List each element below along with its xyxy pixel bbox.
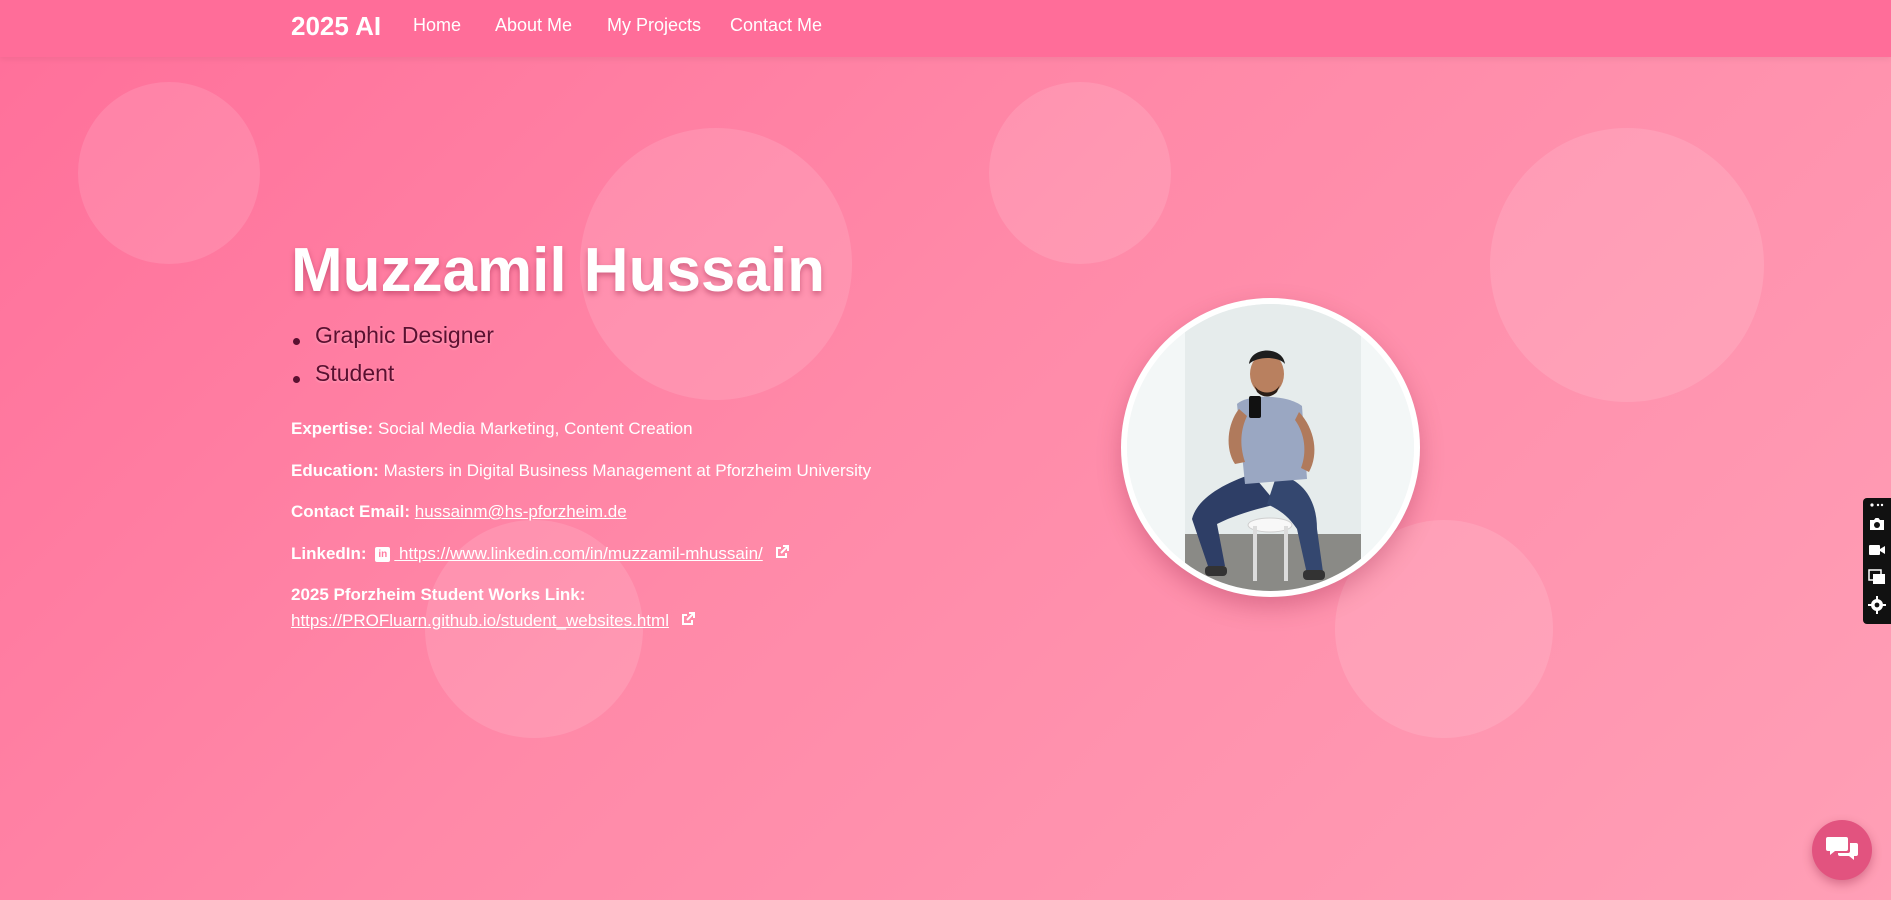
works-label-line: 2025 Pforzheim Student Works Link: bbox=[291, 585, 585, 605]
education-value: Masters in Digital Business Management a… bbox=[383, 461, 872, 480]
floating-toolbar bbox=[1863, 498, 1891, 624]
bullet-icon bbox=[293, 376, 300, 383]
role-label: Student bbox=[315, 360, 395, 386]
role-item: Student bbox=[291, 360, 494, 398]
expertise-label: Expertise: bbox=[291, 419, 374, 438]
nav-link-about-me[interactable]: About Me bbox=[495, 15, 572, 36]
linkedin-label: LinkedIn: bbox=[291, 544, 367, 563]
linkedin-link[interactable]: https://www.linkedin.com/in/muzzamil-mhu… bbox=[394, 544, 763, 563]
profile-photo bbox=[1127, 304, 1414, 591]
external-link-icon[interactable] bbox=[680, 611, 696, 632]
external-link-icon[interactable] bbox=[774, 544, 790, 565]
background-bubble bbox=[989, 82, 1171, 264]
linkedin-line: LinkedIn: in https://www.linkedin.com/in… bbox=[291, 544, 790, 565]
profile-photo-illustration bbox=[1127, 304, 1414, 591]
hero-name: Muzzamil Hussain bbox=[291, 236, 825, 305]
nav-link-contact-me[interactable]: Contact Me bbox=[730, 15, 822, 36]
works-link[interactable]: https://PROFluarn.github.io/student_webs… bbox=[291, 611, 669, 630]
background-bubble bbox=[78, 82, 260, 264]
chat-button[interactable] bbox=[1812, 820, 1872, 880]
email-line: Contact Email: hussainm@hs-pforzheim.de bbox=[291, 502, 627, 522]
bullet-icon bbox=[293, 338, 300, 345]
works-label: 2025 Pforzheim Student Works Link: bbox=[291, 585, 586, 604]
profile-photo-frame bbox=[1121, 298, 1420, 597]
education-label: Education: bbox=[291, 461, 379, 480]
email-link[interactable]: hussainm@hs-pforzheim.de bbox=[415, 502, 627, 521]
education-line: Education: Masters in Digital Business M… bbox=[291, 461, 871, 481]
expertise-value: Social Media Marketing, Content Creation bbox=[377, 419, 693, 438]
background-bubble bbox=[1490, 128, 1764, 402]
nav-link-home[interactable]: Home bbox=[413, 15, 461, 36]
linkedin-icon: in bbox=[375, 547, 391, 563]
chat-icon bbox=[1826, 834, 1858, 867]
email-label: Contact Email: bbox=[291, 502, 411, 521]
nav-link-my-projects[interactable]: My Projects bbox=[607, 15, 701, 36]
window-icon[interactable] bbox=[1867, 568, 1887, 586]
expertise-line: Expertise: Social Media Marketing, Conte… bbox=[291, 419, 693, 439]
works-link-line: https://PROFluarn.github.io/student_webs… bbox=[291, 611, 696, 632]
brand-logo[interactable]: 2025 AI bbox=[291, 11, 381, 42]
roles-list: Graphic Designer Student bbox=[291, 322, 494, 398]
role-label: Graphic Designer bbox=[315, 322, 494, 348]
top-navbar: 2025 AI Home About Me My Projects Contac… bbox=[0, 0, 1891, 57]
gear-icon[interactable] bbox=[1867, 596, 1887, 614]
role-item: Graphic Designer bbox=[291, 322, 494, 360]
camera-icon[interactable] bbox=[1867, 514, 1887, 532]
video-icon[interactable] bbox=[1867, 541, 1887, 559]
toolbar-more-icon[interactable] bbox=[1867, 500, 1887, 510]
